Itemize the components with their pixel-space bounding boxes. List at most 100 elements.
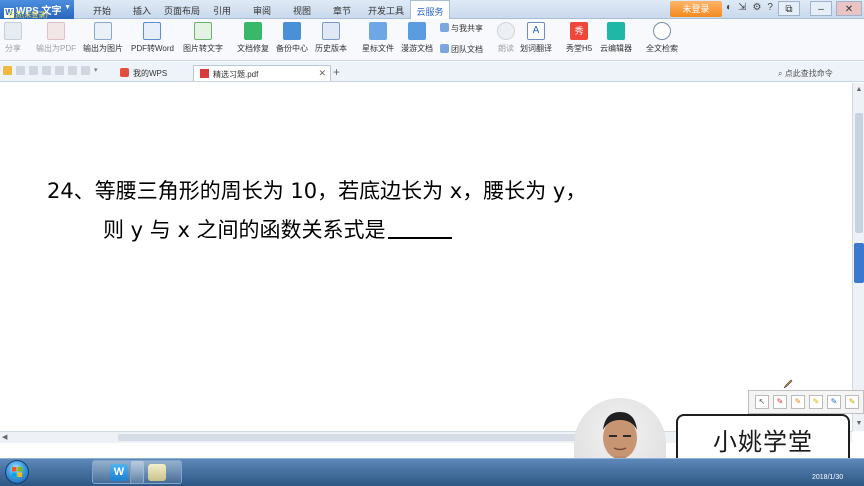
- share-icon[interactable]: ⇲: [738, 2, 746, 13]
- command-search[interactable]: ⌕ 点此查找命令: [778, 68, 833, 79]
- scroll-left-icon[interactable]: ◀: [2, 433, 7, 441]
- help-icon[interactable]: ?: [767, 2, 773, 13]
- preview-icon[interactable]: [55, 66, 64, 75]
- tab-cloud-service[interactable]: 云服务: [410, 0, 450, 19]
- minimize-button[interactable]: –: [810, 1, 832, 16]
- export-image-button[interactable]: 输出为图片: [83, 22, 123, 54]
- skin-icon[interactable]: ◐: [726, 2, 732, 13]
- settings-icon[interactable]: ⚙: [752, 2, 761, 13]
- pdf-file-icon: [200, 69, 209, 78]
- pen-yellow-icon[interactable]: ✎: [845, 395, 859, 409]
- minimize-icon: –: [818, 4, 824, 15]
- vertical-scrollbar[interactable]: ▲ ▼: [852, 83, 864, 431]
- ocr-icon: [194, 22, 212, 40]
- question-line-1: 24、等腰三角形的周长为 10，若底边长为 x，腰长为 y，: [47, 179, 587, 203]
- share-button[interactable]: 分享: [4, 22, 22, 54]
- doc-repair-button[interactable]: 文档修复: [237, 22, 269, 54]
- horizontal-scroll-thumb[interactable]: [118, 434, 638, 441]
- scroll-down-icon[interactable]: ▼: [854, 419, 864, 429]
- tab-bar: ▾ 我的WPS 精选习题.pdf ✕ + ⌕ 点此查找命令: [0, 62, 864, 82]
- customize-toolbar-icon[interactable]: ▾: [94, 66, 103, 75]
- undo-icon[interactable]: [68, 66, 77, 75]
- start-button[interactable]: [5, 460, 29, 484]
- team-docs-button[interactable]: 团队文档: [440, 44, 483, 55]
- page-marker: [854, 243, 864, 283]
- pdf-export-icon: [47, 22, 65, 40]
- windows-logo-icon: [12, 467, 22, 477]
- document-page[interactable]: 24、等腰三角形的周长为 10，若底边长为 x，腰长为 y， 则 y 与 x 之…: [0, 83, 852, 431]
- redo-icon[interactable]: [81, 66, 90, 75]
- read-aloud-button[interactable]: 朗读: [497, 22, 515, 54]
- answer-blank: [387, 237, 452, 239]
- roaming-docs-button[interactable]: 漫游文档: [401, 22, 433, 54]
- share-icon: [4, 22, 22, 40]
- search-icon: ⌕: [778, 69, 785, 78]
- title-icons: ◐ ⇲ ⚙ ? ▾: [726, 2, 784, 13]
- close-icon: ✕: [844, 4, 854, 15]
- roaming-folder-icon: [408, 22, 426, 40]
- xiutang-icon: 秀: [570, 22, 589, 40]
- restore-icon: ⧉: [785, 4, 793, 15]
- tab-document[interactable]: 精选习题.pdf ✕: [193, 65, 331, 81]
- print-icon[interactable]: [42, 66, 51, 75]
- translate-icon: A: [527, 22, 545, 40]
- history-icon: [322, 22, 340, 40]
- notes-app-icon: [148, 464, 166, 481]
- export-icon[interactable]: [29, 66, 38, 75]
- close-button[interactable]: ✕: [836, 1, 862, 16]
- login-button[interactable]: 未登录: [670, 1, 722, 17]
- tab-my-wps[interactable]: 我的WPS: [114, 65, 173, 81]
- question-line-2: 则 y 与 x 之间的函数关系式是: [103, 214, 452, 244]
- pdf-to-word-icon: [143, 22, 162, 40]
- pen-red-icon[interactable]: ✎: [773, 395, 787, 409]
- pdf-to-word-button[interactable]: PDF转Word: [131, 22, 174, 54]
- new-tab-button[interactable]: +: [333, 66, 340, 78]
- tab-developer[interactable]: 开发工具: [362, 0, 410, 19]
- team-docs-icon: [440, 44, 449, 53]
- close-tab-icon[interactable]: ✕: [318, 68, 326, 79]
- pen-blue-icon[interactable]: ✎: [827, 395, 841, 409]
- xiutang-h5-button[interactable]: 秀秀堂H5: [566, 22, 592, 54]
- ribbon: 分享 输出为PDF 输出为图片 PDF转Word 图片转文字 文档修复 备份中心…: [0, 19, 864, 61]
- pen-cursor-icon: [783, 379, 793, 389]
- share-with-me-button[interactable]: 与我共享: [440, 23, 483, 34]
- image-export-icon: [94, 22, 112, 40]
- fulltext-search-icon: [653, 22, 671, 40]
- save-icon[interactable]: [16, 66, 25, 75]
- image-to-text-button[interactable]: 图片转文字: [183, 22, 223, 54]
- history-version-button[interactable]: 历史版本: [315, 22, 347, 54]
- pen-orange-icon[interactable]: ✎: [791, 395, 805, 409]
- tab-references[interactable]: 引用: [202, 0, 242, 19]
- repair-icon: [244, 22, 262, 40]
- tab-home[interactable]: 开始: [82, 0, 122, 19]
- chevron-down-icon: ▼: [64, 4, 71, 11]
- wps-app-icon: W: [110, 464, 128, 481]
- cloud-editor-button[interactable]: 云编辑器: [600, 22, 632, 54]
- menu-bar: W WPS 文字 ▼ 会员(未登录) 开始 插入 页面布局 引用 审阅 视图 章节…: [0, 0, 864, 19]
- tab-review[interactable]: 审阅: [242, 0, 282, 19]
- highlighter-icon[interactable]: ✎: [809, 395, 823, 409]
- export-pdf-button[interactable]: 输出为PDF: [36, 22, 76, 54]
- scroll-thumb[interactable]: [855, 113, 863, 233]
- cloud-editor-icon: [607, 22, 625, 40]
- translate-button[interactable]: A 划词翻译: [520, 22, 552, 54]
- star-files-button[interactable]: 星标文件: [362, 22, 394, 54]
- backup-center-button[interactable]: 备份中心: [276, 22, 308, 54]
- microphone-icon: [497, 22, 515, 40]
- taskbar-date: 2018/1/30: [812, 474, 844, 481]
- share-with-me-icon: [440, 23, 449, 32]
- fulltext-search-button[interactable]: 全文检索: [646, 22, 678, 54]
- tab-insert[interactable]: 插入: [122, 0, 162, 19]
- taskbar-app-button[interactable]: [130, 460, 182, 484]
- star-folder-icon: [369, 22, 387, 40]
- scroll-up-icon[interactable]: ▲: [854, 85, 864, 95]
- restore-window-button[interactable]: ⧉: [778, 1, 800, 16]
- open-folder-icon[interactable]: [3, 66, 12, 75]
- pointer-tool-icon[interactable]: ↖: [755, 395, 769, 409]
- backup-icon: [283, 22, 301, 40]
- wps-home-icon: [120, 68, 129, 77]
- tab-sections[interactable]: 章节: [322, 0, 362, 19]
- tab-page-layout[interactable]: 页面布局: [162, 0, 202, 19]
- quick-access-toolbar: ▾: [3, 66, 103, 75]
- tab-view[interactable]: 视图: [282, 0, 322, 19]
